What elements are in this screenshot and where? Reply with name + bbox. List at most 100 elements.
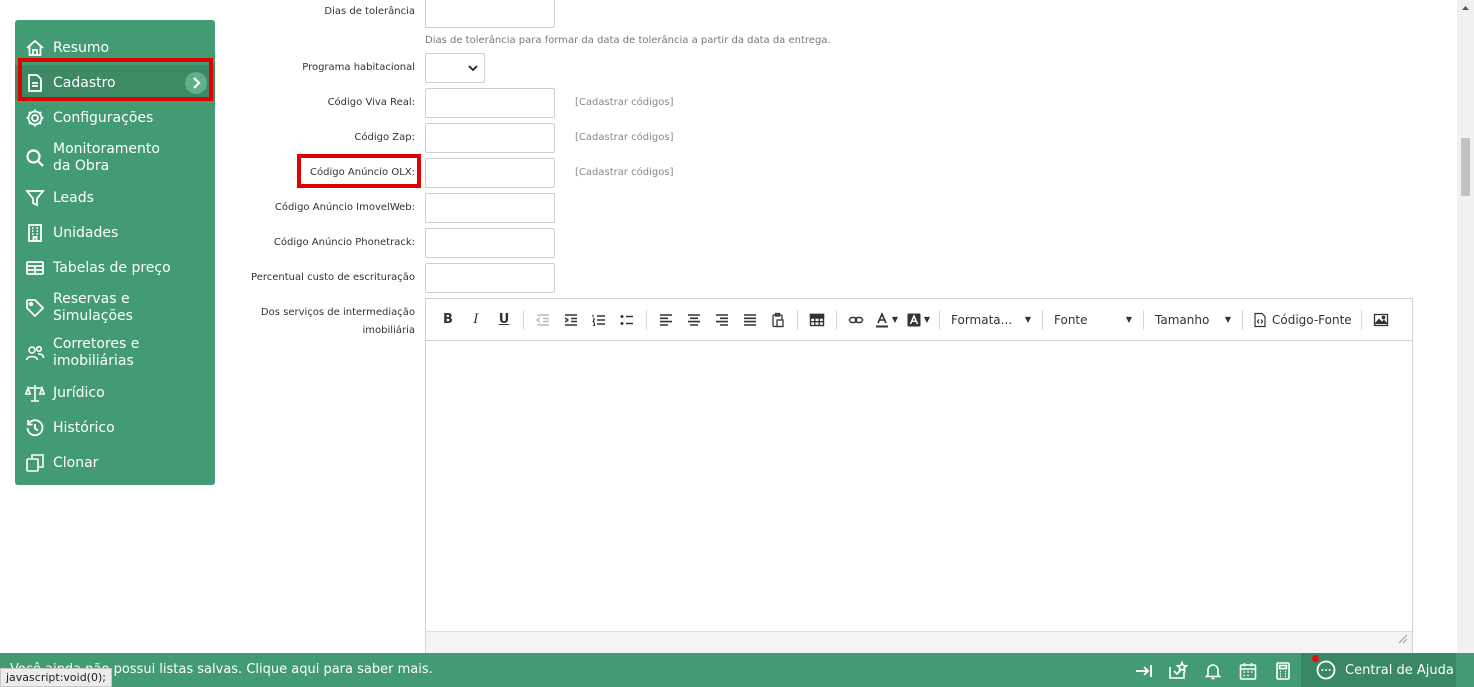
sidebar-item-cadastro[interactable]: Cadastro <box>15 65 215 100</box>
sidebar-item-resumo[interactable]: Resumo <box>15 30 215 65</box>
sidebar-item-monitoramento[interactable]: Monitoramento da Obra <box>15 135 215 180</box>
source-code-label: Código-Fonte <box>1272 312 1352 327</box>
codigo-olx-input[interactable] <box>425 158 555 188</box>
sidebar-item-label: Jurídico <box>53 384 105 401</box>
sidebar-item-corretores[interactable]: Corretores e imobiliárias <box>15 330 215 375</box>
toolbar-separator <box>797 309 798 330</box>
align-right-icon[interactable] <box>709 307 735 333</box>
toolbar-separator <box>646 309 647 330</box>
scroll-up-icon[interactable] <box>1457 2 1474 14</box>
toolbar-separator <box>1360 309 1362 330</box>
home-icon <box>25 38 45 58</box>
browser-status-url: javascript:void(0); <box>0 668 112 687</box>
font-combo[interactable]: Fonte ▼ <box>1048 307 1138 333</box>
dias-tolerancia-help: Dias de tolerância para formar da data d… <box>425 35 831 46</box>
collapse-arrow-icon[interactable] <box>1134 661 1154 681</box>
cadastrar-codigos-link[interactable]: [Cadastrar códigos] <box>575 167 673 178</box>
codigo-imovelweb-input[interactable] <box>425 193 555 223</box>
rich-text-editor: B I U ▼ ▼ Formata... ▼ Fonte ▼ Tamanho ▼… <box>425 298 1413 658</box>
toolbar-separator <box>523 309 524 330</box>
sidebar: Resumo Cadastro Configurações Monitorame… <box>15 20 215 485</box>
scrollbar-thumb[interactable] <box>1461 138 1470 196</box>
codigo-viva-real-input[interactable] <box>425 88 555 118</box>
toolbar-separator <box>1143 309 1144 330</box>
editor-content-area[interactable] <box>426 341 1412 631</box>
central-ajuda-label: Central de Ajuda <box>1345 662 1454 678</box>
sidebar-item-label: Reservas e Simulações <box>53 290 133 324</box>
filter-icon <box>25 188 45 208</box>
programa-habitacional-select[interactable] <box>425 53 485 83</box>
sidebar-item-leads[interactable]: Leads <box>15 180 215 215</box>
indent-icon[interactable] <box>558 307 584 333</box>
align-justify-icon[interactable] <box>737 307 763 333</box>
chat-support-icon <box>1316 660 1336 680</box>
notification-dot <box>1312 655 1319 662</box>
dias-tolerancia-label: Dias de tolerância <box>324 6 415 17</box>
table-icon[interactable] <box>804 307 830 333</box>
bold-button[interactable]: B <box>435 307 461 333</box>
toolbar-separator <box>1042 309 1043 330</box>
chevron-down-icon: ▼ <box>1224 315 1231 324</box>
sidebar-item-label: Unidades <box>53 224 119 241</box>
cadastrar-codigos-link[interactable]: [Cadastrar códigos] <box>575 97 673 108</box>
building-icon <box>25 223 45 243</box>
search-icon <box>25 148 45 168</box>
sidebar-item-juridico[interactable]: Jurídico <box>15 375 215 410</box>
saved-lists-icon[interactable] <box>1168 661 1188 681</box>
servicos-intermediacao-label: Dos serviços de intermediação <box>260 307 415 318</box>
sidebar-item-reservas[interactable]: Reservas e Simulações <box>15 285 215 330</box>
editor-toolbar: B I U ▼ ▼ Formata... ▼ Fonte ▼ Tamanho ▼… <box>426 299 1412 341</box>
codigo-olx-label: Código Anúncio OLX: <box>310 167 415 178</box>
numbered-list-icon[interactable] <box>586 307 612 333</box>
image-icon[interactable] <box>1368 307 1394 333</box>
toolbar-separator <box>836 309 837 330</box>
source-code-button[interactable]: Código-Fonte <box>1249 307 1355 333</box>
align-center-icon[interactable] <box>681 307 707 333</box>
codigo-zap-input[interactable] <box>425 123 555 153</box>
percentual-escrituracao-label: Percentual custo de escrituração <box>251 272 415 283</box>
table-icon <box>25 258 45 278</box>
align-left-icon[interactable] <box>653 307 679 333</box>
sidebar-item-label: Histórico <box>53 419 115 436</box>
sidebar-item-label: Tabelas de preço <box>53 259 171 276</box>
chevron-down-icon: ▼ <box>1024 315 1031 324</box>
chevron-down-icon: ▼ <box>1125 315 1132 324</box>
cadastrar-codigos-link[interactable]: [Cadastrar códigos] <box>575 132 673 143</box>
programa-habitacional-label: Programa habitacional <box>302 62 415 73</box>
sidebar-item-label: Configurações <box>53 109 154 126</box>
size-combo-label: Tamanho <box>1155 312 1210 327</box>
sidebar-item-clonar[interactable]: Clonar <box>15 445 215 480</box>
background-color-icon[interactable]: ▼ <box>903 307 933 333</box>
calendar-icon[interactable] <box>1238 661 1258 681</box>
resize-handle-icon[interactable] <box>1398 634 1408 644</box>
chevron-right-icon[interactable] <box>185 72 207 94</box>
paste-icon[interactable] <box>765 307 791 333</box>
sidebar-item-tabelas-preco[interactable]: Tabelas de preço <box>15 250 215 285</box>
codigo-imovelweb-label: Código Anúncio ImovelWeb: <box>274 202 415 213</box>
sidebar-item-historico[interactable]: Histórico <box>15 410 215 445</box>
bullet-list-icon[interactable] <box>614 307 640 333</box>
codigo-phonetrack-input[interactable] <box>425 228 555 258</box>
underline-button[interactable]: U <box>491 307 517 333</box>
sidebar-item-unidades[interactable]: Unidades <box>15 215 215 250</box>
page-scrollbar[interactable] <box>1457 0 1474 653</box>
size-combo[interactable]: Tamanho ▼ <box>1149 307 1237 333</box>
central-ajuda-button[interactable]: Central de Ajuda <box>1301 653 1456 687</box>
font-combo-label: Fonte <box>1054 312 1088 327</box>
bell-icon[interactable] <box>1203 661 1223 681</box>
sidebar-item-configuracoes[interactable]: Configurações <box>15 100 215 135</box>
italic-button[interactable]: I <box>463 307 489 333</box>
outdent-icon[interactable] <box>530 307 556 333</box>
text-color-icon[interactable]: ▼ <box>871 307 901 333</box>
codigo-phonetrack-label: Código Anúncio Phonetrack: <box>273 237 415 248</box>
link-icon[interactable] <box>843 307 869 333</box>
format-combo[interactable]: Formata... ▼ <box>945 307 1037 333</box>
tag-icon <box>25 298 45 318</box>
percentual-escrituracao-input[interactable] <box>425 263 555 293</box>
bottom-bar: Você ainda não possui listas salvas. Cli… <box>0 653 1474 687</box>
sidebar-item-label: Leads <box>53 189 94 206</box>
sidebar-item-label: Cadastro <box>53 74 116 91</box>
calculator-icon[interactable] <box>1273 661 1293 681</box>
dias-tolerancia-input[interactable] <box>425 0 555 28</box>
document-icon <box>25 73 45 93</box>
